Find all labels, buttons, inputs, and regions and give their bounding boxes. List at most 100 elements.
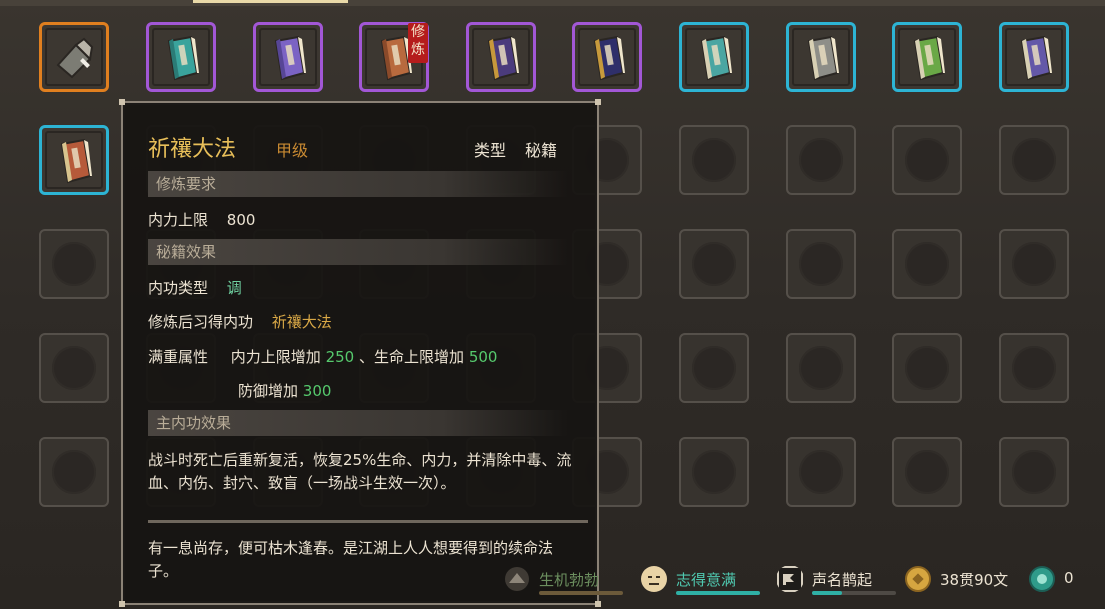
full-attr-text-a: 内力上限增加 — [230, 348, 321, 366]
slot-placeholder — [692, 138, 736, 182]
mood-label: 志得意满 — [676, 571, 737, 589]
slot-placeholder — [1012, 242, 1056, 286]
inventory-slot-item[interactable] — [39, 125, 109, 195]
book-icon — [274, 35, 306, 81]
inventory-slot-empty[interactable] — [892, 437, 962, 507]
neigong-type-label: 内功类型 — [148, 279, 209, 297]
book-icon — [913, 35, 945, 81]
tooltip-corner — [119, 99, 125, 105]
vitality-label: 生机勃勃 — [539, 571, 600, 589]
weapon-icon — [505, 567, 529, 591]
inventory-slot-item[interactable] — [892, 22, 962, 92]
full-attr-value-b: 500 — [468, 348, 498, 366]
fame-bar-fill — [812, 591, 842, 595]
slot-placeholder — [692, 242, 736, 286]
inventory-slot-empty[interactable] — [679, 229, 749, 299]
neigong-type-value: 调 — [226, 279, 242, 297]
inventory-slot-empty[interactable] — [892, 229, 962, 299]
slot-placeholder — [905, 242, 949, 286]
inventory-slot-item[interactable] — [253, 22, 323, 92]
requirement-label: 内力上限 — [148, 211, 209, 229]
slot-placeholder — [692, 450, 736, 494]
item-type-label: 类型 — [474, 141, 507, 160]
fame-label: 声名鹊起 — [812, 571, 873, 589]
slot-placeholder — [1012, 450, 1056, 494]
slot-placeholder — [799, 346, 843, 390]
top-tab-bar — [0, 0, 1105, 6]
inventory-slot-empty[interactable] — [679, 437, 749, 507]
inventory-slot-empty[interactable] — [679, 125, 749, 195]
inventory-slot-empty[interactable] — [892, 125, 962, 195]
cultivating-badge: 修炼 — [408, 23, 428, 63]
inventory-slot-empty[interactable] — [999, 229, 1069, 299]
slot-placeholder — [799, 138, 843, 182]
inventory-slot-empty[interactable] — [999, 437, 1069, 507]
book-icon — [487, 35, 519, 81]
inventory-slot-empty[interactable] — [999, 125, 1069, 195]
book-icon — [167, 35, 199, 81]
weapon-icon — [56, 37, 94, 79]
inventory-slot-item[interactable] — [786, 22, 856, 92]
full-attr-text-c: 防御增加 — [238, 382, 299, 400]
inventory-screen: 修炼 祈禳大法 甲级 类型 秘籍 修炼要求 内力上限 800 秘籍效果 内功类型… — [0, 0, 1105, 609]
active-tab-indicator — [193, 0, 348, 3]
item-grade: 甲级 — [276, 141, 309, 160]
inventory-slot-item[interactable] — [466, 22, 536, 92]
book-icon — [700, 35, 732, 81]
inventory-slot-empty[interactable] — [39, 229, 109, 299]
book-icon — [807, 35, 839, 81]
book-icon — [60, 138, 92, 184]
smiley-icon — [641, 566, 667, 592]
slot-placeholder — [1012, 346, 1056, 390]
full-attr-value-a: 250 — [325, 348, 355, 366]
slot-placeholder — [52, 242, 96, 286]
item-title: 祈禳大法 — [148, 137, 237, 162]
inventory-slot-empty[interactable] — [679, 333, 749, 403]
slot-placeholder — [799, 242, 843, 286]
inventory-slot-empty[interactable] — [786, 333, 856, 403]
book-icon — [593, 35, 625, 81]
inventory-slot-empty[interactable] — [39, 333, 109, 403]
learn-value: 祈禳大法 — [271, 313, 332, 331]
main-effect-text: 战斗时死亡后重新复活，恢复25%生命、内力，并清除中毒、流血、内伤、封穴、致盲（… — [148, 451, 572, 492]
inventory-slot-item[interactable] — [146, 22, 216, 92]
vitality-bar — [539, 591, 623, 595]
inventory-slot-item[interactable] — [999, 22, 1069, 92]
inventory-slot-empty[interactable] — [999, 333, 1069, 403]
slot-placeholder — [1012, 138, 1056, 182]
inventory-slot-empty[interactable] — [892, 333, 962, 403]
item-tooltip: 祈禳大法 甲级 类型 秘籍 修炼要求 内力上限 800 秘籍效果 内功类型 调 … — [119, 99, 601, 607]
full-attr-label: 满重属性 — [148, 348, 209, 366]
jade-icon — [1029, 566, 1055, 592]
slot-placeholder — [905, 138, 949, 182]
inventory-slot-item[interactable] — [572, 22, 642, 92]
requirements-header: 修炼要求 — [148, 171, 568, 197]
status-bar: 生机勃勃 志得意满 声名鹊起 38贯90文 0 — [0, 553, 1105, 609]
book-icon — [1020, 35, 1052, 81]
slot-placeholder — [52, 346, 96, 390]
slot-placeholder — [799, 450, 843, 494]
slot-placeholder — [692, 346, 736, 390]
jade-label: 0 — [1064, 569, 1074, 587]
mood-bar — [676, 591, 760, 595]
slot-placeholder — [905, 450, 949, 494]
inventory-slot-item[interactable] — [39, 22, 109, 92]
banner-icon — [777, 566, 803, 592]
coin-icon — [905, 566, 931, 592]
inventory-slot-empty[interactable] — [39, 437, 109, 507]
full-attr-value-c: 300 — [302, 382, 332, 400]
inventory-slot-empty[interactable] — [786, 125, 856, 195]
slot-placeholder — [52, 450, 96, 494]
inventory-slot-empty[interactable] — [786, 229, 856, 299]
inventory-slot-empty[interactable] — [786, 437, 856, 507]
slot-placeholder — [905, 346, 949, 390]
full-attr-sep: 、生命上限增加 — [359, 348, 465, 366]
item-type-value: 秘籍 — [525, 141, 558, 160]
inventory-slot-item[interactable]: 修炼 — [359, 22, 429, 92]
inventory-slot-item[interactable] — [679, 22, 749, 92]
main-effect-header: 主内功效果 — [148, 410, 568, 436]
money-label: 38贯90文 — [940, 571, 1009, 589]
effects-header: 秘籍效果 — [148, 239, 568, 265]
learn-label: 修炼后习得内功 — [148, 313, 254, 331]
tooltip-divider — [148, 520, 588, 523]
